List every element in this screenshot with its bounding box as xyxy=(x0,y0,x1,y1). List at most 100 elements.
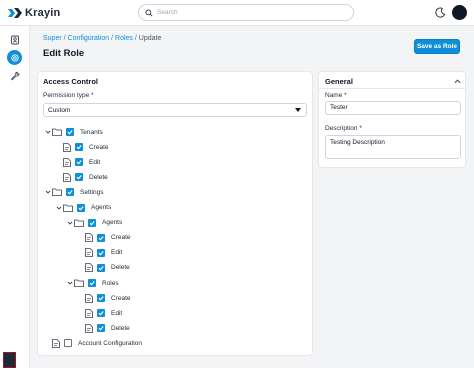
tree-item-label: Agents xyxy=(102,219,123,227)
description-textarea[interactable]: Testing Description xyxy=(325,135,461,159)
document-icon xyxy=(85,263,93,273)
user-avatar[interactable] xyxy=(452,5,467,20)
permission-checkbox[interactable] xyxy=(66,188,74,197)
permission-checkbox[interactable] xyxy=(97,294,105,303)
tree-item-delete[interactable]: Delete xyxy=(63,172,108,182)
document-icon xyxy=(85,308,93,318)
tree-item-edit[interactable]: Edit xyxy=(85,248,122,258)
tree-item-create[interactable]: Create xyxy=(85,293,131,303)
krayin-logo-icon xyxy=(8,8,22,18)
folder-icon xyxy=(74,279,84,287)
chevron-down-icon[interactable] xyxy=(45,189,51,195)
document-icon xyxy=(52,338,60,348)
access-control-title: Access Control xyxy=(43,77,99,86)
checkmark-icon xyxy=(67,130,73,135)
permission-checkbox[interactable] xyxy=(88,218,96,227)
permission-checkbox[interactable] xyxy=(77,203,85,212)
chevron-down-icon[interactable] xyxy=(67,280,73,286)
permission-checkbox[interactable] xyxy=(75,158,83,167)
tree-item-label: Tenants xyxy=(80,128,103,136)
search-bar[interactable] xyxy=(138,4,354,21)
permission-type-label-text: Permission type xyxy=(43,92,90,99)
general-title: General xyxy=(325,77,353,86)
search-input[interactable] xyxy=(157,9,347,16)
document-icon xyxy=(85,248,93,258)
settings-icon xyxy=(10,53,19,62)
permission-checkbox[interactable] xyxy=(75,173,83,182)
breadcrumb-current: Update xyxy=(138,35,162,42)
folder-icon xyxy=(52,188,62,197)
tree-item-account-configuration[interactable]: Account Configuration xyxy=(52,338,142,348)
permission-checkbox[interactable] xyxy=(97,324,105,333)
checkmark-icon xyxy=(78,205,84,211)
tree-item-label: Agents xyxy=(91,204,112,211)
checkmark-icon xyxy=(98,326,104,331)
name-input[interactable]: Tester xyxy=(325,101,461,115)
tree-item-create[interactable]: Create xyxy=(63,142,109,152)
tree-item-label: Roles xyxy=(102,279,119,287)
description-label-text: Description xyxy=(325,125,358,132)
page-title: Edit Role xyxy=(43,48,85,59)
search-icon xyxy=(145,8,153,17)
permission-checkbox[interactable] xyxy=(97,263,105,272)
document-icon xyxy=(85,293,93,303)
tree-item-label: Settings xyxy=(80,188,104,196)
permission-type-value: Custom xyxy=(48,106,71,114)
tree-item-edit[interactable]: Edit xyxy=(63,157,100,167)
tree-item-label: Account Configuration xyxy=(78,339,142,347)
tree-item-settings[interactable]: Settings xyxy=(45,187,104,197)
save-role-button[interactable]: Save as Role xyxy=(414,39,460,54)
checkmark-icon xyxy=(89,220,95,226)
tree-item-label: Delete xyxy=(89,173,108,181)
permission-checkbox[interactable] xyxy=(88,279,96,287)
tree-item-delete[interactable]: Delete xyxy=(85,263,130,273)
breadcrumb-link-roles[interactable]: Roles xyxy=(115,35,133,42)
tree-item-label: Delete xyxy=(111,264,130,272)
checkmark-icon xyxy=(76,145,82,150)
divider xyxy=(319,88,465,89)
permission-type-select[interactable]: Custom xyxy=(43,103,307,117)
breadcrumb-link-configuration[interactable]: Configuration xyxy=(68,35,110,42)
chevron-down-icon[interactable] xyxy=(67,220,73,226)
checkmark-icon xyxy=(98,311,104,316)
contact-card-icon xyxy=(10,35,19,44)
tree-item-tenants[interactable]: Tenants xyxy=(45,127,103,137)
tree-item-edit[interactable]: Edit xyxy=(85,308,122,318)
tree-item-delete[interactable]: Delete xyxy=(85,323,130,333)
permission-checkbox[interactable] xyxy=(97,309,105,318)
document-icon xyxy=(85,233,93,243)
app-logo[interactable]: Krayin xyxy=(8,6,60,20)
folder-icon xyxy=(63,204,73,212)
document-icon xyxy=(63,142,71,152)
tree-item-agents[interactable]: Agents xyxy=(56,203,111,213)
breadcrumb-link-super[interactable]: Super xyxy=(43,35,62,42)
sidebar-item-settings[interactable] xyxy=(7,50,22,65)
tree-item-label: Edit xyxy=(111,309,123,317)
sidebar-item-tools[interactable] xyxy=(7,68,22,83)
permission-checkbox[interactable] xyxy=(97,248,105,257)
checkmark-icon xyxy=(76,160,82,165)
top-bar: Krayin xyxy=(0,0,474,26)
access-control-panel: Access Control Permission type * Custom … xyxy=(37,71,313,356)
tree-item-label: Create xyxy=(111,294,131,302)
debug-badge[interactable] xyxy=(3,352,16,368)
permission-checkbox[interactable] xyxy=(75,143,83,152)
checkmark-icon xyxy=(98,296,104,301)
sidebar-item-contacts[interactable] xyxy=(7,32,22,47)
chevron-down-icon[interactable] xyxy=(56,205,62,211)
tree-item-agents[interactable]: Agents xyxy=(67,218,122,228)
tree-item-label: Edit xyxy=(111,249,123,257)
dark-mode-toggle-icon[interactable] xyxy=(435,7,446,18)
document-icon xyxy=(63,172,71,182)
tree-item-label: Edit xyxy=(89,158,101,166)
tree-item-roles[interactable]: Roles xyxy=(67,278,119,288)
chevron-up-icon[interactable] xyxy=(454,78,461,84)
permission-checkbox[interactable] xyxy=(64,339,72,348)
permission-checkbox[interactable] xyxy=(66,128,74,136)
tree-item-label: Create xyxy=(111,234,131,242)
permission-checkbox[interactable] xyxy=(97,233,105,242)
tree-item-create[interactable]: Create xyxy=(85,233,131,243)
wrench-icon xyxy=(10,71,19,80)
chevron-down-icon[interactable] xyxy=(45,129,51,135)
checkmark-icon xyxy=(76,175,82,180)
